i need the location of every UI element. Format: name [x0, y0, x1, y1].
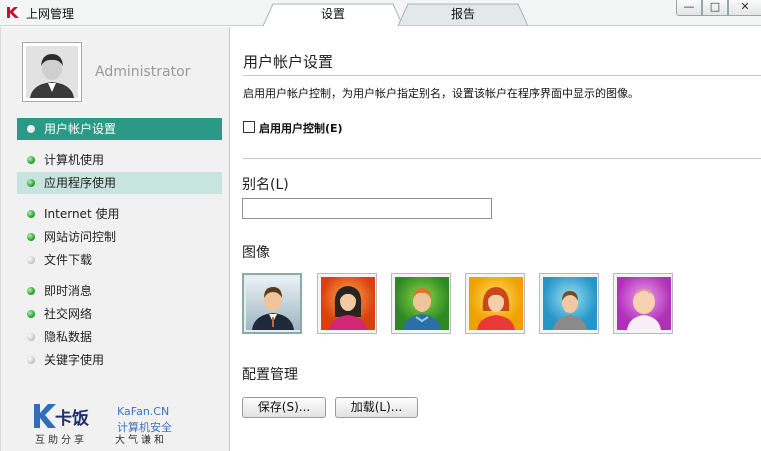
config-management-label: 配置管理: [242, 367, 298, 383]
woman-dark-hair-avatar-icon: [321, 277, 375, 330]
sidebar-item-social-network[interactable]: 社交网络: [17, 303, 222, 325]
status-green-icon: [27, 179, 35, 187]
save-button[interactable]: 保存(S)...: [242, 397, 326, 418]
title-bar: 上网管理 设置 报告 — □ ✕: [0, 0, 761, 26]
tab-settings[interactable]: 设置: [263, 3, 403, 26]
status-white-icon: [27, 125, 35, 133]
close-button[interactable]: ✕: [728, 0, 761, 16]
status-green-icon: [27, 310, 35, 318]
section-description: 启用用户帐户控制，为用户帐户指定别名，设置该帐户在程序界面中显示的图像。: [243, 87, 639, 100]
sidebar-item-label: 计算机使用: [44, 153, 105, 167]
avatar-option-baby-purple[interactable]: [613, 273, 673, 334]
sidebar-item-file-download[interactable]: 文件下载: [17, 249, 222, 271]
minimize-button[interactable]: —: [676, 0, 702, 16]
logo-motto-right: 大气谦和: [115, 435, 167, 446]
status-green-icon: [27, 156, 35, 164]
businessman-avatar-icon: [246, 277, 300, 330]
logo-cn-text: 卡饭: [55, 409, 89, 429]
enable-user-control-checkbox[interactable]: [243, 121, 255, 133]
kafan-k-logo-icon: [34, 404, 56, 428]
sidebar-item-website-access-control[interactable]: 网站访问控制: [17, 226, 222, 248]
girl-red-hair-avatar-icon: [469, 277, 523, 330]
status-green-icon: [27, 287, 35, 295]
tab-report[interactable]: 报告: [398, 3, 528, 26]
tab-settings-label: 设置: [320, 7, 345, 21]
avatar-option-girl-red-hair[interactable]: [465, 273, 525, 334]
user-name: Administrator: [95, 64, 191, 80]
sidebar-item-private-data[interactable]: 隐私数据: [17, 326, 222, 348]
sidebar-item-label: 网站访问控制: [44, 230, 117, 244]
user-avatar-icon: [26, 46, 78, 98]
sidebar-item-label: 用户帐户设置: [44, 122, 117, 136]
avatar-option-woman-dark-hair[interactable]: [317, 273, 377, 334]
sidebar: Administrator 用户帐户设置 计算机使用 应用程序使用 Intern…: [0, 27, 230, 451]
sidebar-item-user-account-settings[interactable]: 用户帐户设置: [17, 118, 222, 140]
window-title: 上网管理: [26, 7, 75, 21]
avatar-option-businessman[interactable]: [242, 273, 302, 334]
page-title: 用户帐户设置: [243, 53, 334, 71]
maximize-button[interactable]: □: [702, 0, 728, 16]
tab-report-label: 报告: [450, 7, 475, 21]
sidebar-item-label: 社交网络: [44, 307, 93, 321]
status-gray-icon: [27, 256, 35, 264]
sidebar-item-label: 隐私数据: [44, 330, 93, 344]
sidebar-item-instant-messaging[interactable]: 即时消息: [17, 280, 222, 302]
sidebar-item-internet-usage[interactable]: Internet 使用: [17, 203, 222, 225]
sidebar-item-label: 即时消息: [44, 284, 93, 298]
sidebar-item-label: 关键字使用: [44, 353, 105, 367]
avatar-option-boy-blue[interactable]: [539, 273, 599, 334]
user-avatar: [22, 42, 82, 102]
boy-green-avatar-icon: [395, 277, 449, 330]
divider: [243, 158, 761, 159]
alias-input[interactable]: [242, 198, 492, 219]
sidebar-item-label: Internet 使用: [44, 207, 120, 221]
status-green-icon: [27, 210, 35, 218]
sidebar-item-computer-usage[interactable]: 计算机使用: [17, 149, 222, 171]
logo-motto-left: 互助分享: [35, 435, 87, 446]
status-green-icon: [27, 233, 35, 241]
sidebar-item-label: 文件下载: [44, 253, 93, 267]
status-gray-icon: [27, 333, 35, 341]
alias-label: 别名(L): [242, 177, 289, 193]
sidebar-item-keyword-usage[interactable]: 关键字使用: [17, 349, 222, 371]
main-panel: 用户帐户设置 启用用户帐户控制，为用户帐户指定别名，设置该帐户在程序界面中显示的…: [231, 27, 761, 451]
kafan-logo: 卡饭 KaFan.CN 计算机安全 互助分享 大气谦和: [33, 403, 223, 447]
avatar-option-boy-green[interactable]: [391, 273, 451, 334]
enable-user-control-label[interactable]: 启用用户控制(E): [259, 120, 343, 136]
logo-en-text: KaFan.CN: [117, 405, 170, 418]
load-button[interactable]: 加载(L)...: [335, 397, 418, 418]
baby-purple-avatar-icon: [617, 277, 671, 330]
boy-blue-avatar-icon: [543, 277, 597, 330]
kaspersky-logo-icon: [6, 6, 20, 19]
sidebar-item-label: 应用程序使用: [44, 176, 117, 190]
status-gray-icon: [27, 356, 35, 364]
sidebar-item-application-usage[interactable]: 应用程序使用: [17, 172, 222, 194]
divider: [243, 75, 761, 76]
image-label: 图像: [242, 245, 270, 261]
